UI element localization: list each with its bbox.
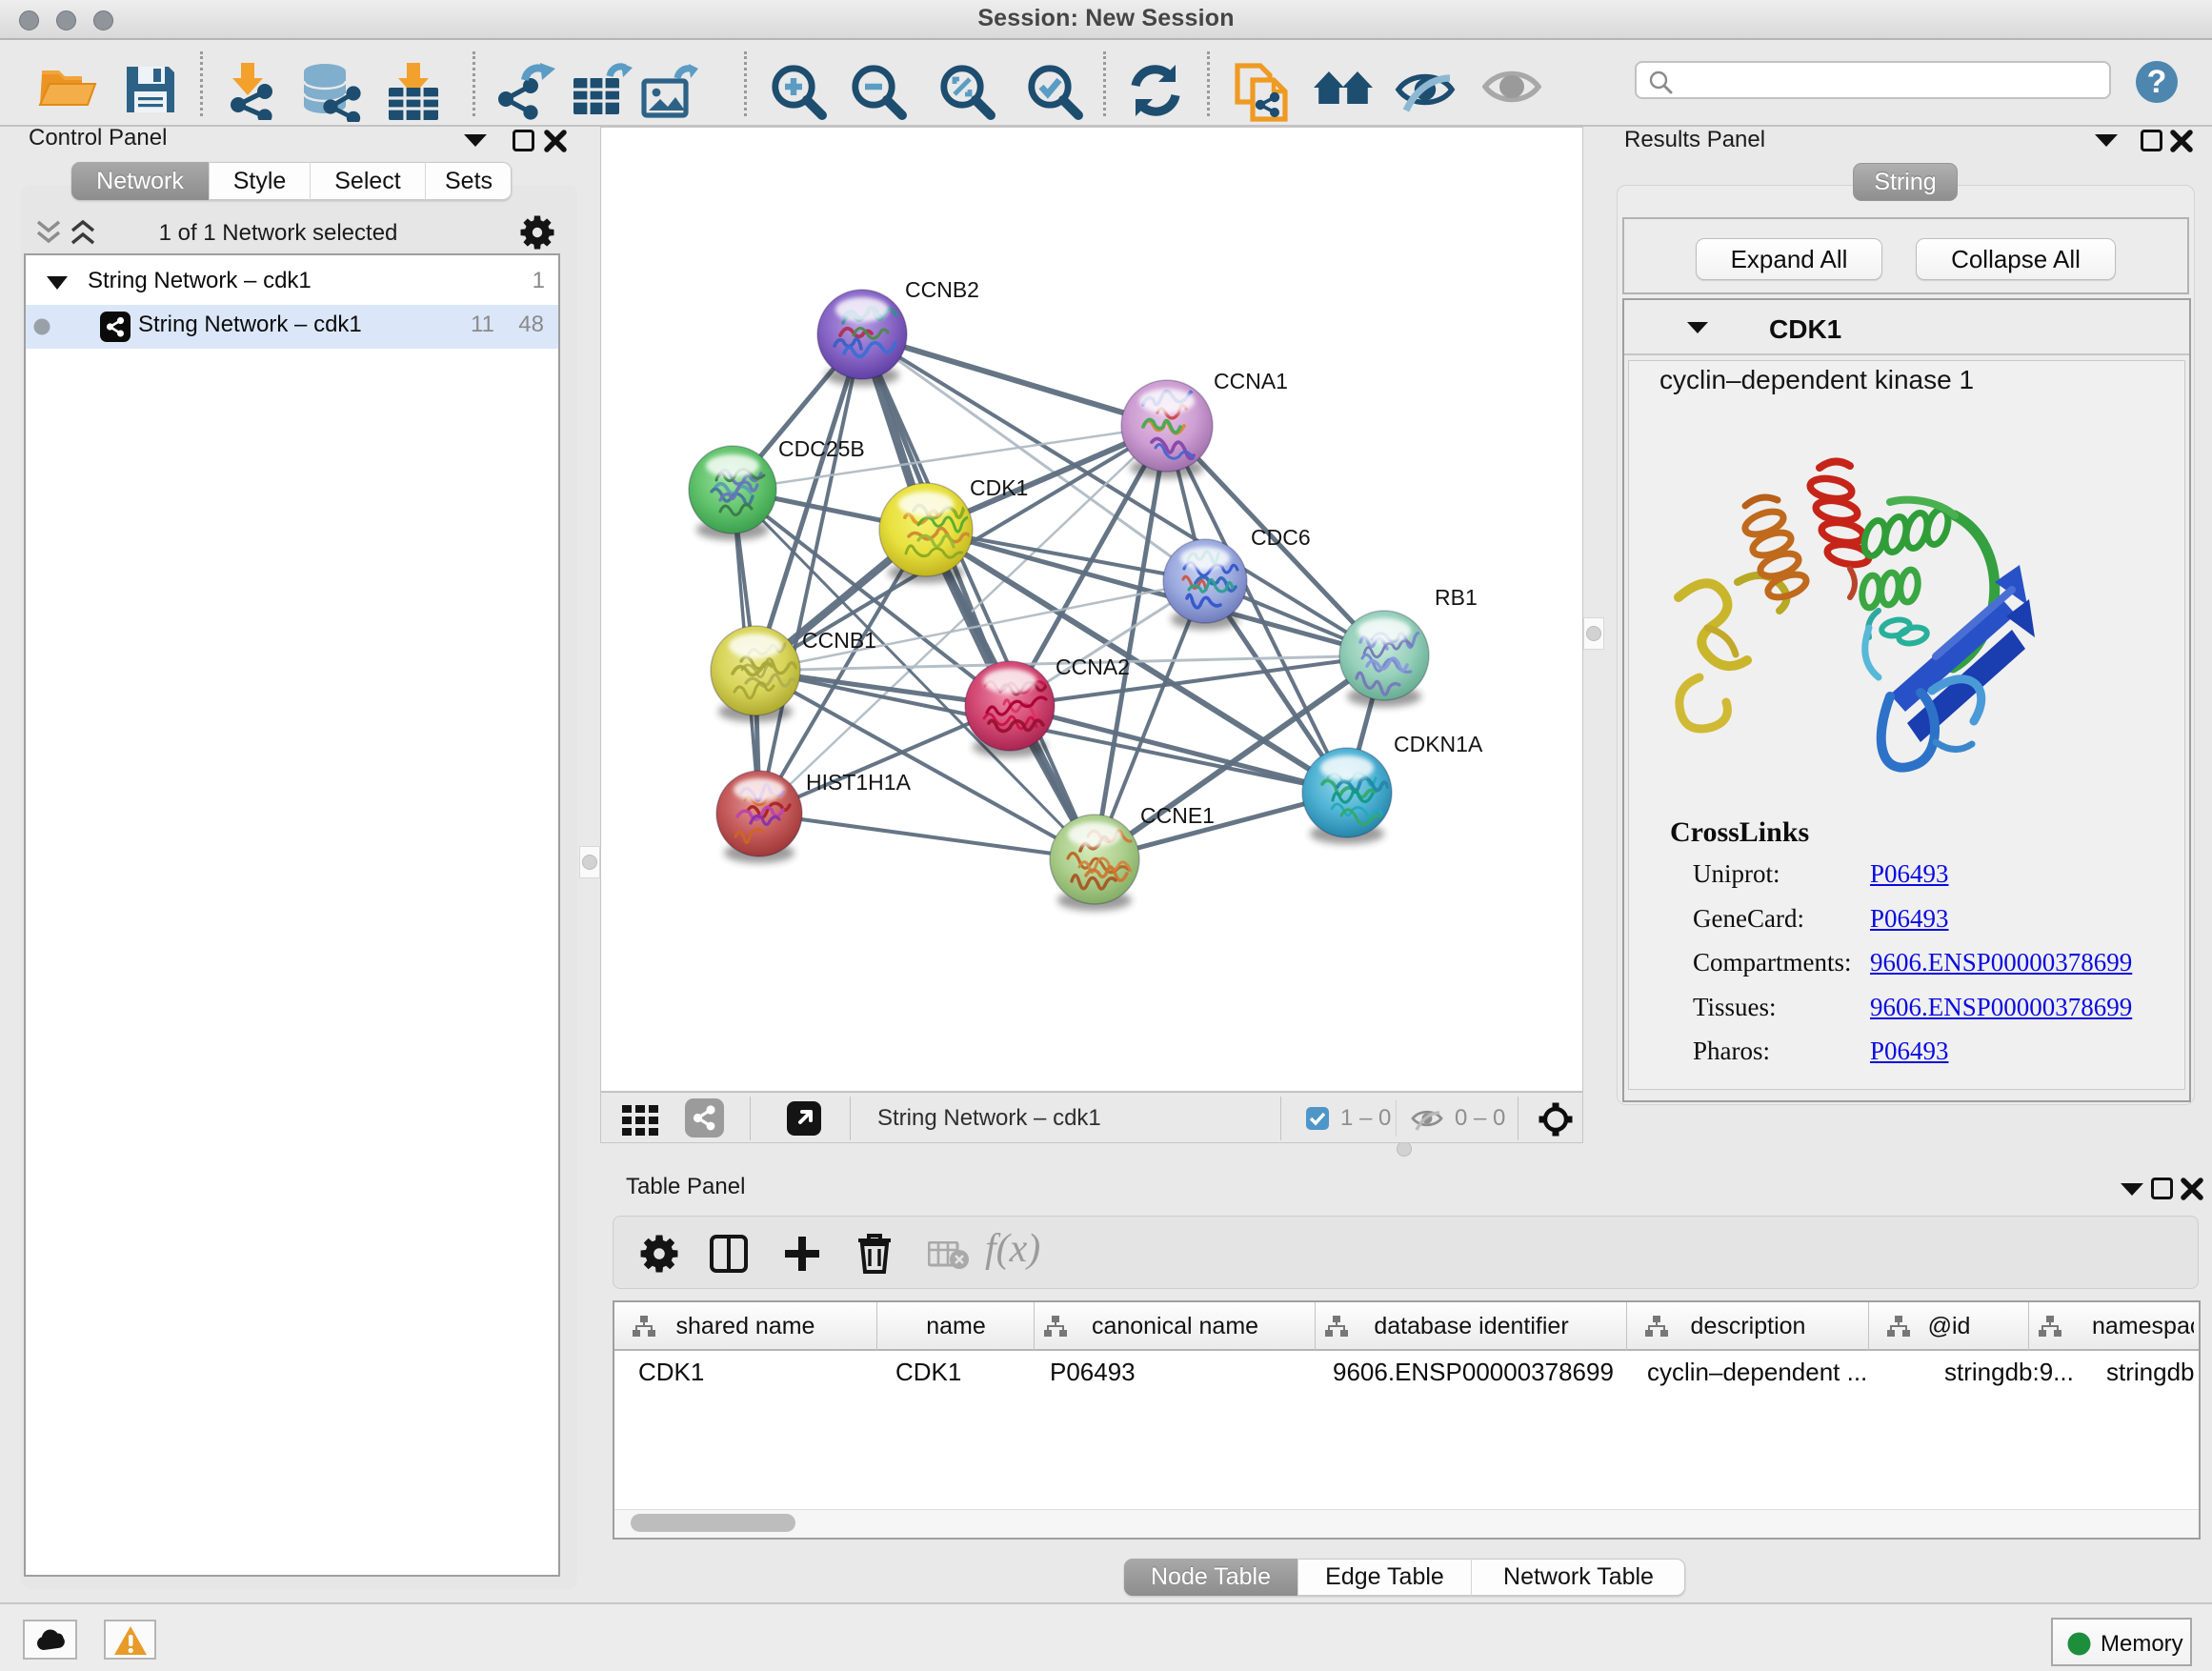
svg-text:CCNA2: CCNA2	[1056, 654, 1130, 679]
svg-text:CDKN1A: CDKN1A	[1394, 732, 1483, 756]
svg-text:RB1: RB1	[1435, 585, 1478, 610]
svg-text:CCNE1: CCNE1	[1140, 803, 1215, 828]
svg-text:CDC6: CDC6	[1251, 525, 1311, 550]
svg-text:CCNB1: CCNB1	[802, 628, 876, 653]
svg-text:CCNA1: CCNA1	[1214, 369, 1288, 393]
svg-text:CDK1: CDK1	[970, 475, 1028, 500]
svg-text:CDC25B: CDC25B	[778, 436, 865, 461]
svg-text:CCNB2: CCNB2	[905, 277, 979, 302]
svg-text:HIST1H1A: HIST1H1A	[806, 770, 912, 795]
